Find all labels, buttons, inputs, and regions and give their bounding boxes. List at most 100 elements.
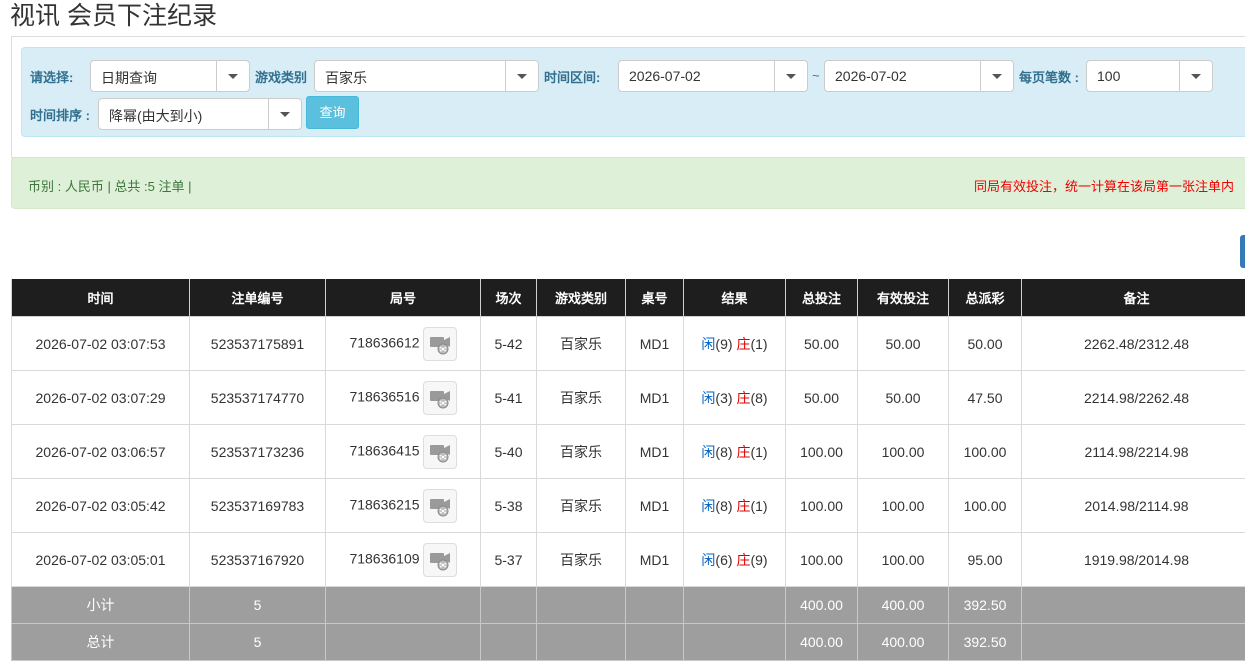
- cell-note: 1919.98/2014.98: [1021, 532, 1245, 587]
- empty-cell: [325, 586, 481, 624]
- empty-cell: [683, 623, 786, 661]
- cell-table: MD1: [625, 370, 684, 425]
- result-banker-label: 庄: [736, 335, 751, 352]
- subtotal-row: 小计 5 400.00 400.00 392.50: [11, 586, 1245, 624]
- cell-result: 闲(6) 庄(9): [683, 532, 786, 587]
- subtotal-payout: 392.50: [948, 586, 1022, 624]
- result-banker-label: 庄: [736, 443, 751, 460]
- cell-round: 718636215: [325, 478, 481, 533]
- result-player-score: (6): [715, 551, 733, 568]
- empty-cell: [625, 586, 684, 624]
- empty-cell: [325, 623, 481, 661]
- empty-cell: [683, 586, 786, 624]
- video-replay-icon[interactable]: [422, 380, 457, 415]
- cell-result: 闲(8) 庄(1): [683, 424, 786, 479]
- page-size-label: 每页笔数 :: [1019, 70, 1079, 85]
- summary-notice: 同局有效投注，统一计算在该局第一张注单内: [974, 179, 1235, 194]
- video-replay-icon[interactable]: [422, 488, 457, 523]
- grandtotal-total-bet: 400.00: [785, 623, 858, 661]
- cell-valid-bet: 100.00: [857, 532, 949, 587]
- cell-time: 2026-07-02 03:05:01: [11, 532, 190, 587]
- table-row: 2026-07-02 03:06:57 523537173236 718636415…: [11, 424, 1245, 479]
- game-type-label: 游戏类别: [255, 70, 308, 85]
- chevron-down-icon[interactable]: [980, 61, 1013, 91]
- empty-cell: [536, 623, 626, 661]
- empty-cell: [480, 586, 537, 624]
- cell-table: MD1: [625, 316, 684, 371]
- cell-game: 百家乐: [536, 316, 626, 371]
- col-header-valid-bet: 有效投注: [857, 279, 949, 317]
- cell-bet-no: 523537173236: [189, 424, 326, 479]
- query-button[interactable]: 查询: [306, 96, 359, 129]
- cell-game: 百家乐: [536, 370, 626, 425]
- query-mode-select[interactable]: 日期查询: [90, 60, 250, 92]
- chevron-down-icon[interactable]: [268, 99, 301, 129]
- table-row: 2026-07-02 03:05:01 523537167920 718636109…: [11, 532, 1245, 587]
- result-banker-score: (1): [750, 497, 768, 514]
- sort-label: 时间排序 :: [30, 108, 90, 123]
- page-size-select[interactable]: 100: [1086, 60, 1213, 92]
- summary-currency-count: 币别 : 人民币 | 总共 :5 注单 |: [28, 179, 192, 194]
- table-row: 2026-07-02 03:05:42 523537169783 718636215…: [11, 478, 1245, 533]
- cell-payout: 47.50: [948, 370, 1022, 425]
- date-from-select[interactable]: 2026-07-02: [618, 60, 808, 92]
- cell-session: 5-41: [480, 370, 537, 425]
- cell-round: 718636109: [325, 532, 481, 587]
- cell-total-bet[interactable]: 50.00: [785, 316, 858, 371]
- result-player-label: 闲: [701, 497, 716, 514]
- col-header-bet-no: 注单编号: [189, 279, 326, 317]
- edge-button[interactable]: [1240, 235, 1245, 268]
- cell-session: 5-42: [480, 316, 537, 371]
- sort-select[interactable]: 降幂(由大到小): [98, 98, 302, 130]
- result-banker-score: (1): [750, 443, 768, 460]
- cell-total-bet[interactable]: 50.00: [785, 370, 858, 425]
- result-player-score: (8): [715, 443, 733, 460]
- cell-valid-bet: 100.00: [857, 424, 949, 479]
- subtotal-valid-bet: 400.00: [857, 586, 949, 624]
- cell-bet-no: 523537174770: [189, 370, 326, 425]
- cell-table: MD1: [625, 478, 684, 533]
- video-replay-icon[interactable]: [422, 434, 457, 469]
- cell-total-bet[interactable]: 100.00: [785, 478, 858, 533]
- result-banker-label: 庄: [736, 389, 751, 406]
- chevron-down-icon[interactable]: [216, 61, 249, 91]
- cell-total-bet[interactable]: 100.00: [785, 532, 858, 587]
- result-player-label: 闲: [701, 551, 716, 568]
- range-separator: ~: [812, 68, 820, 83]
- grandtotal-payout: 392.50: [948, 623, 1022, 661]
- result-banker-score: (8): [750, 389, 768, 406]
- cell-payout: 50.00: [948, 316, 1022, 371]
- cell-round: 718636612: [325, 316, 481, 371]
- cell-payout: 100.00: [948, 424, 1022, 479]
- result-banker-score: (1): [750, 335, 768, 352]
- video-replay-icon[interactable]: [422, 542, 457, 577]
- cell-game: 百家乐: [536, 532, 626, 587]
- cell-time: 2026-07-02 03:07:53: [11, 316, 190, 371]
- empty-cell: [536, 586, 626, 624]
- query-mode-value: 日期查询: [101, 70, 157, 86]
- chevron-down-icon[interactable]: [774, 61, 807, 91]
- result-player-score: (8): [715, 497, 733, 514]
- date-from-value: 2026-07-02: [629, 68, 701, 84]
- cell-payout: 100.00: [948, 478, 1022, 533]
- chevron-down-icon[interactable]: [1179, 61, 1212, 91]
- cell-table: MD1: [625, 424, 684, 479]
- grandtotal-valid-bet: 400.00: [857, 623, 949, 661]
- col-header-total-bet: 总投注: [785, 279, 858, 317]
- result-player-score: (3): [715, 389, 733, 406]
- col-header-table: 桌号: [625, 279, 684, 317]
- video-replay-icon[interactable]: [422, 326, 457, 361]
- date-to-select[interactable]: 2026-07-02: [824, 60, 1014, 92]
- empty-cell: [625, 623, 684, 661]
- game-type-select[interactable]: 百家乐: [314, 60, 539, 92]
- cell-total-bet[interactable]: 100.00: [785, 424, 858, 479]
- result-banker-score: (9): [750, 551, 768, 568]
- chevron-down-icon[interactable]: [505, 61, 538, 91]
- result-player-label: 闲: [701, 335, 716, 352]
- table-row: 2026-07-02 03:07:53 523537175891 718636612…: [11, 316, 1245, 371]
- cell-valid-bet: 100.00: [857, 478, 949, 533]
- col-header-round: 局号: [325, 279, 481, 317]
- round-number: 718636612: [349, 334, 420, 351]
- round-number: 718636516: [349, 388, 420, 405]
- cell-bet-no: 523537169783: [189, 478, 326, 533]
